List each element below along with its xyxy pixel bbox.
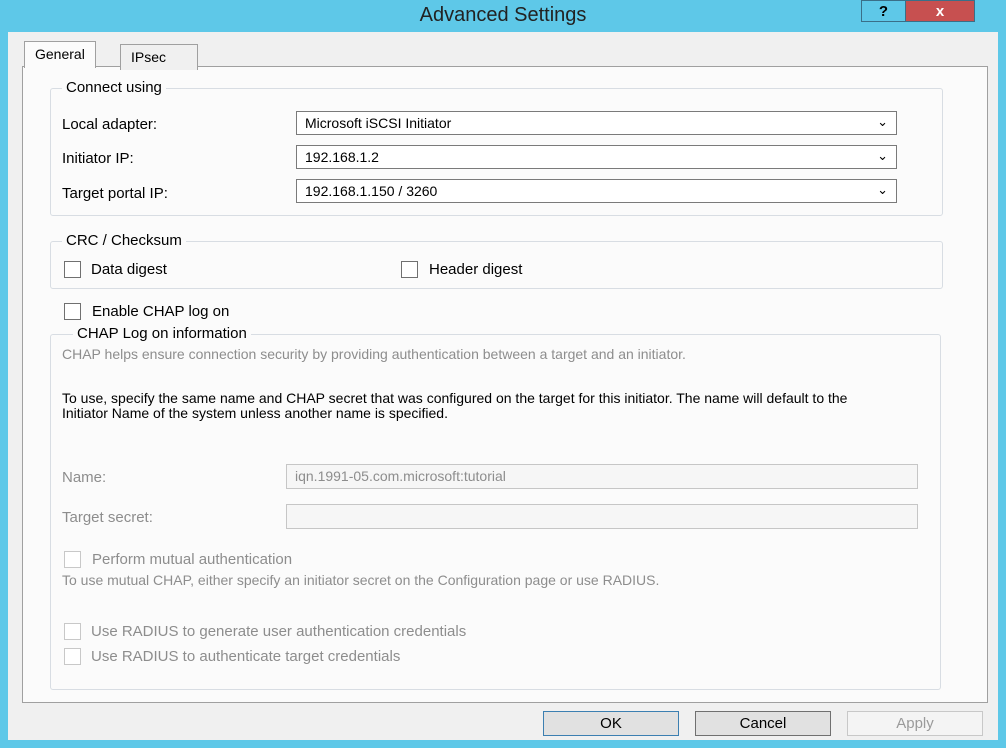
- target-secret-input[interactable]: [286, 504, 918, 529]
- local-adapter-label: Local adapter:: [62, 116, 158, 133]
- radius-authenticate-label: Use RADIUS to authenticate target creden…: [91, 648, 401, 665]
- data-digest-checkbox[interactable]: [64, 261, 81, 278]
- local-adapter-select[interactable]: Microsoft iSCSI Initiator ⌄: [296, 111, 897, 135]
- chevron-down-icon: ⌄: [877, 114, 888, 129]
- chap-instructions: To use, specify the same name and CHAP s…: [62, 390, 848, 421]
- header-digest-checkbox[interactable]: [401, 261, 418, 278]
- radius-authenticate-checkbox[interactable]: [64, 648, 81, 665]
- cancel-button[interactable]: Cancel: [695, 711, 831, 736]
- window-title: Advanced Settings: [419, 4, 587, 26]
- tab-ipsec[interactable]: IPsec: [120, 44, 198, 70]
- mutual-auth-checkbox[interactable]: [64, 551, 81, 568]
- apply-button[interactable]: Apply: [847, 711, 983, 736]
- connect-using-label: Connect using: [62, 79, 166, 96]
- mutual-auth-label: Perform mutual authentication: [92, 551, 293, 568]
- enable-chap-checkbox[interactable]: [64, 303, 81, 320]
- radius-generate-label: Use RADIUS to generate user authenticati…: [91, 623, 467, 640]
- target-secret-label: Target secret:: [62, 509, 153, 526]
- chevron-down-icon: ⌄: [877, 182, 888, 197]
- name-input[interactable]: iqn.1991-05.com.microsoft:tutorial: [286, 464, 918, 489]
- initiator-ip-label: Initiator IP:: [62, 150, 134, 167]
- tab-general[interactable]: General: [24, 41, 96, 68]
- help-button[interactable]: ?: [861, 0, 906, 22]
- target-portal-select[interactable]: 192.168.1.150 / 3260 ⌄: [296, 179, 897, 203]
- local-adapter-value: Microsoft iSCSI Initiator: [305, 115, 452, 131]
- close-button[interactable]: x: [905, 0, 975, 22]
- chap-group-label: CHAP Log on information: [73, 325, 251, 342]
- name-label: Name:: [62, 469, 107, 486]
- radius-generate-checkbox[interactable]: [64, 623, 81, 640]
- chap-description: CHAP helps ensure connection security by…: [62, 346, 686, 362]
- enable-chap-label: Enable CHAP log on: [92, 303, 230, 320]
- chevron-down-icon: ⌄: [877, 148, 888, 163]
- data-digest-label: Data digest: [91, 261, 167, 278]
- initiator-ip-value: 192.168.1.2: [305, 149, 379, 165]
- target-portal-label: Target portal IP:: [62, 185, 168, 202]
- mutual-auth-description: To use mutual CHAP, either specify an in…: [62, 572, 660, 588]
- initiator-ip-select[interactable]: 192.168.1.2 ⌄: [296, 145, 897, 169]
- header-digest-label: Header digest: [429, 261, 523, 278]
- target-portal-value: 192.168.1.150 / 3260: [305, 183, 438, 199]
- crc-label: CRC / Checksum: [62, 232, 186, 249]
- ok-button[interactable]: OK: [543, 711, 679, 736]
